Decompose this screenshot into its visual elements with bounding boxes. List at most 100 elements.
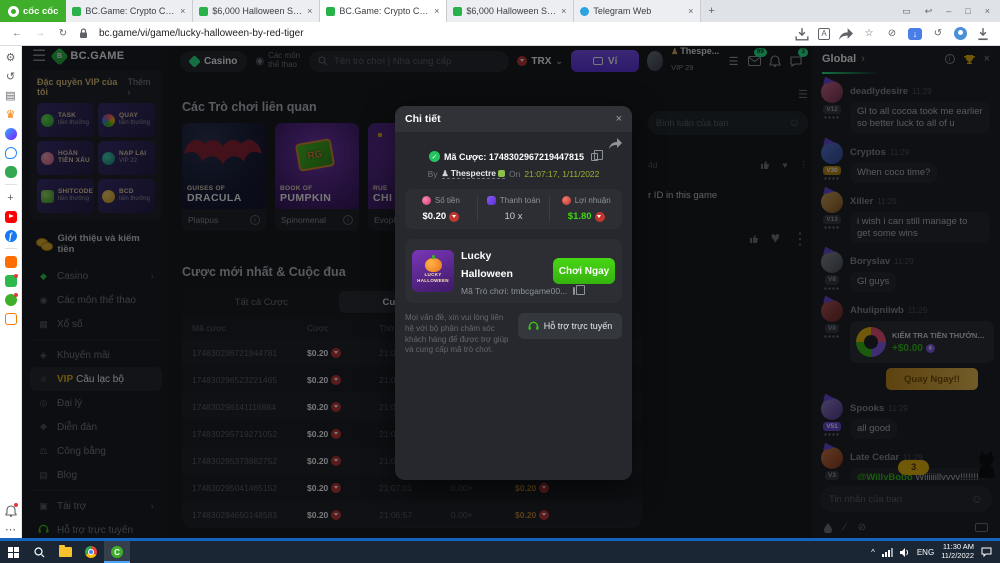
info-icon[interactable]: i [250,215,260,225]
sidebar-item-promotions[interactable]: ◈Khuyến mãi [30,343,162,367]
user-info[interactable]: ♟Thespe... VIP 29 [671,47,719,74]
share-icon[interactable] [839,27,853,41]
sidebar-item-affiliate[interactable]: ◎Đại lý [30,391,162,415]
tv-app-icon[interactable] [4,255,17,268]
close-window-button[interactable]: × [985,6,990,16]
revert-icon[interactable]: ↩ [925,6,933,17]
casino-tab[interactable]: Casino [180,51,247,72]
vip-more-link[interactable]: Thêm › [128,77,156,97]
hamburger-menu-icon[interactable]: ☰ [32,46,46,66]
games-icon[interactable] [4,165,17,178]
avatar[interactable] [821,81,843,103]
shop-cart-icon[interactable] [4,312,17,325]
chat-toggle-icon[interactable]: 3 [789,53,802,69]
action-center-icon[interactable] [981,547,992,557]
heart-icon[interactable]: ♥ [771,230,781,248]
sidebar-item-sports[interactable]: ◉Các môn thể thao [30,288,162,312]
vip-crown-icon[interactable]: ♛ [4,108,17,121]
avatar[interactable] [821,447,843,469]
avatar[interactable] [821,300,843,322]
forward-icon[interactable]: → [33,27,47,41]
taskbar-search-icon[interactable] [26,541,52,563]
live-support-button[interactable]: Hỗ trợ trực tuyến [518,313,622,339]
vip-card-reload[interactable]: NẠP LẠIVIP 22 [98,141,155,175]
url-text[interactable]: bc.game/vi/game/lucky-halloween-by-red-t… [99,28,304,39]
bet-row[interactable]: 174830294650148583$0.2021:06:570.00×$0.2… [182,501,642,528]
promo-app-icon[interactable] [4,293,17,306]
copy-game-id-icon[interactable] [573,287,575,295]
refer-and-earn[interactable]: Giới thiệu và kiếm tiền [32,228,160,260]
avatar[interactable] [821,142,843,164]
youtube-icon[interactable] [4,210,17,223]
hidden-icons-chevron[interactable]: ^ [871,548,875,557]
rules-circle-icon[interactable]: ⊘ [858,522,866,533]
rain-drop-icon[interactable] [824,523,832,533]
browser-tab-3-active[interactable]: BC.Game: Crypto Casino Gan× [320,0,447,22]
game-thumbnail[interactable]: LUCKYHALLOWEEN [412,250,454,292]
sports-tab[interactable]: ◉Các môn thể thao [255,52,301,70]
store-app-icon[interactable] [4,274,17,287]
spin-now-button[interactable]: Quay Ngay!! [886,368,978,390]
translate-icon[interactable]: A [818,28,830,40]
start-button[interactable] [0,541,26,563]
notifications-bell-icon[interactable] [769,53,782,69]
bet-list-icon[interactable]: ☰ [727,53,740,69]
network-icon[interactable] [882,548,893,557]
newsfeed-icon[interactable]: ▤ [4,89,17,102]
reader-mode-icon[interactable]: ▭ [902,6,911,17]
history-icon[interactable]: ↺ [4,70,17,83]
kebab-menu-icon[interactable]: ⋮ [800,159,809,170]
mail-icon[interactable]: 99 [748,53,761,69]
heart-icon[interactable]: ♥ [782,160,787,170]
gif-card-icon[interactable] [975,523,988,532]
sidebar-item-forum[interactable]: ❖Diễn đàn [30,415,162,439]
tab-close-icon[interactable]: × [179,6,186,16]
info-icon[interactable]: i [343,215,353,225]
minimize-button[interactable]: – [946,6,951,16]
notification-bell-icon[interactable] [4,504,17,517]
play-now-button[interactable]: Chơi Ngay [553,258,615,284]
adblock-shield-icon[interactable]: ⊘ [885,27,899,41]
reload-icon[interactable]: ↻ [56,27,70,41]
coccoc-taskbar-icon[interactable]: C [104,541,130,563]
new-tab-button[interactable]: + [701,0,721,22]
search-input[interactable] [334,56,500,67]
bonus-check-card[interactable]: KIỂM TRA TIỀN THƯỞNG VÒNG QU+$0.00¢ [850,321,994,363]
profile-avatar-icon[interactable] [954,27,967,40]
kebab-menu-icon[interactable]: ⋮ [792,229,808,249]
smiley-icon[interactable]: ☺ [789,117,800,129]
language-indicator[interactable]: ENG [917,548,934,557]
tab-close-icon[interactable]: × [306,6,313,16]
file-explorer-icon[interactable] [52,541,78,563]
chat-rules-icon[interactable]: i [945,54,955,64]
bet-user-link[interactable]: ♟Thespectre [442,168,506,179]
add-shortcut-icon[interactable]: + [4,191,17,204]
comment-input[interactable] [656,118,784,128]
vip-card-rakeback[interactable]: HOÀN TIỀN XẤU [37,141,94,175]
zalo-icon[interactable] [4,146,17,159]
avatar[interactable] [821,398,843,420]
downloads-icon[interactable] [976,27,990,41]
bcgame-logo[interactable]: B BC.GAME [53,50,124,63]
thumbs-up-icon[interactable] [749,234,759,244]
share-bet-icon[interactable] [609,138,622,149]
coccoc-brand-button[interactable]: cốc cốc [0,0,66,22]
sidebar-item-fairness[interactable]: ⚖Công bằng [30,439,162,463]
chrome-icon[interactable] [78,541,104,563]
tab-close-icon[interactable]: × [687,6,694,16]
chat-close-icon[interactable]: × [984,53,990,65]
avatar[interactable] [821,251,843,273]
messenger-icon[interactable] [4,127,17,140]
avatar[interactable] [821,191,843,213]
download-manager-icon[interactable]: ↓ [908,28,922,40]
trophy-icon[interactable] [964,54,975,65]
chat-input[interactable] [829,494,965,505]
back-icon[interactable]: ← [10,27,24,41]
commands-icon[interactable]: ∕ [844,522,846,533]
vip-card-bcd[interactable]: BCDtiền thưởng [98,179,155,213]
browser-tab-2[interactable]: $6,000 Halloween Slot Battle× [193,0,320,22]
sidebar-item-blog[interactable]: ▤Blog [30,463,162,487]
game-search[interactable] [309,51,509,72]
vip-card-task[interactable]: TASKtiền thưởng [37,103,94,137]
tab-close-icon[interactable]: × [433,6,440,16]
